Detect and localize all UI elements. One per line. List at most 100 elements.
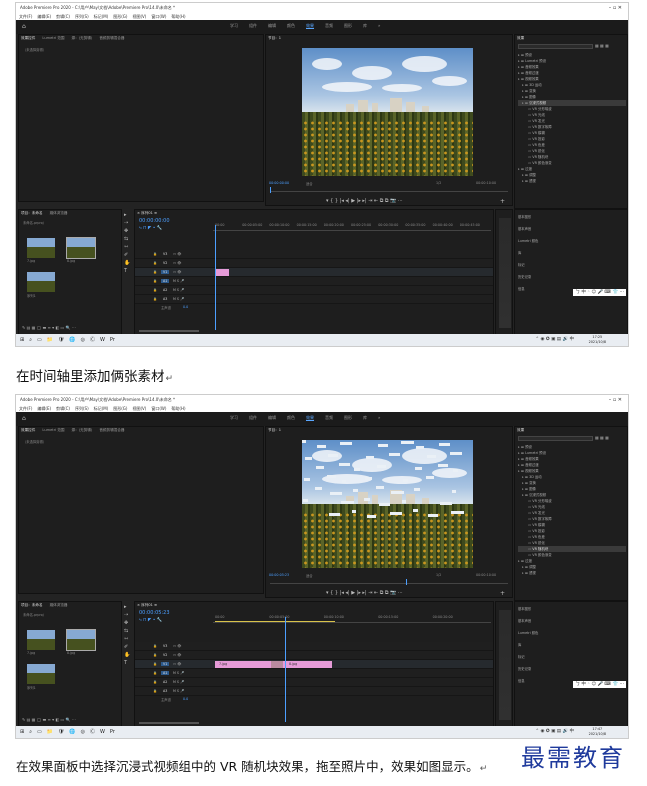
timeline-scrollbar[interactable] — [139, 330, 199, 332]
effects-search-input[interactable] — [518, 44, 593, 49]
project-bottom-icons[interactable]: ✎ ▤ ▦ ◯ ▬ ≡ ▾ ◧ ▭ 🔍 ⋯ — [22, 717, 76, 722]
track-lock-icon[interactable]: 🔒 — [153, 279, 157, 283]
program-timecode[interactable]: 00:00:05:23 — [269, 573, 289, 577]
taskbar-app-icon[interactable]: ▭ — [37, 729, 42, 735]
menu-item[interactable]: 图形(G) — [113, 406, 127, 411]
track-label[interactable]: V2 — [161, 653, 169, 657]
project-bottom-icons[interactable]: ✎ ▤ ▦ ◯ ▬ ≡ ▾ ◧ ▭ 🔍 ⋯ — [22, 325, 76, 330]
side-panel-tab[interactable]: 库 — [518, 642, 521, 647]
track-toggle-icons[interactable]: ▭ 👁 — [173, 261, 181, 265]
menu-item[interactable]: 帮助(H) — [171, 406, 185, 411]
project-thumbnail[interactable] — [27, 238, 55, 258]
home-icon[interactable]: ⌂ — [22, 23, 26, 30]
workspace-tab[interactable]: 库 — [363, 23, 367, 28]
workspace-tab[interactable]: 音频 — [325, 23, 333, 28]
track-lock-icon[interactable]: 🔒 — [153, 680, 157, 684]
workspace-more[interactable]: » — [378, 23, 380, 28]
timeline-tab[interactable]: × 序列01 ≡ — [137, 211, 157, 215]
taskbar-app-icon[interactable]: Ⓒ — [90, 729, 95, 735]
track-label[interactable]: V3 — [161, 252, 169, 256]
workspace-tab[interactable]: 组件 — [249, 415, 257, 420]
timeline-playhead[interactable] — [285, 617, 286, 722]
workspace-tab[interactable]: 图形 — [344, 415, 352, 420]
master-track-value[interactable]: 0.0 — [183, 697, 188, 701]
menu-item[interactable]: 标记(M) — [94, 14, 109, 19]
menu-item[interactable]: 窗口(W) — [151, 14, 166, 19]
workspace-tab[interactable]: 效果 — [306, 23, 314, 29]
track-label[interactable]: A2 — [161, 680, 169, 684]
side-panel-tab[interactable]: 基本声音 — [518, 226, 531, 231]
track-toggle-icons[interactable]: M S 🎤 — [173, 279, 184, 283]
track-lock-icon[interactable]: 🔒 — [153, 662, 157, 666]
track-lock-icon[interactable]: 🔒 — [153, 270, 157, 274]
track-toggle-icons[interactable]: ▭ 👁 — [173, 662, 181, 666]
side-panel-tab[interactable]: 标记 — [518, 262, 525, 267]
project-tab[interactable]: 媒体浏览器 — [50, 211, 68, 215]
transport-controls[interactable]: ▾ { } |◂ ◂| ▶ |▸ ▸| ⇥ ⇤ ⧉ ⧉ 📷 ⋯ — [326, 590, 403, 596]
workspace-tab[interactable]: 音频 — [325, 415, 333, 420]
taskbar-clock[interactable]: 17:25 2021/10/8 — [589, 335, 606, 345]
taskbar-app-icon[interactable]: Pr — [110, 337, 115, 343]
side-panel-tab[interactable]: 信息 — [518, 678, 525, 683]
menu-item[interactable]: 视图(V) — [132, 14, 146, 19]
taskbar-app-icon[interactable]: ◎ — [81, 337, 85, 343]
taskbar-app-icon[interactable]: Ⓒ — [90, 337, 95, 343]
track-label[interactable]: A3 — [161, 297, 169, 301]
track-label[interactable]: A1 — [161, 279, 170, 283]
menu-item[interactable]: 帮助(H) — [171, 14, 185, 19]
timeline-tab[interactable]: × 序列01 ≡ — [137, 603, 157, 607]
effects-tree-item[interactable]: ▸ ▬ 透视 — [518, 178, 626, 184]
effects-tab[interactable]: 效果 — [517, 36, 524, 40]
menu-item[interactable]: 图形(G) — [113, 14, 127, 19]
project-thumbnail[interactable] — [27, 664, 55, 684]
taskbar-clock[interactable]: 17:47 2021/10/8 — [589, 727, 606, 737]
menu-item[interactable]: 编辑(E) — [37, 406, 51, 411]
menu-item[interactable]: 视图(V) — [132, 406, 146, 411]
track-toggle-icons[interactable]: M S 🎤 — [173, 680, 184, 684]
workspace-tab[interactable]: 效果 — [306, 415, 314, 421]
tools-panel[interactable]: ▸ ⇢ ✥ ⇆ ⇿ ✐ ✋ T — [124, 603, 132, 667]
workspace-tab[interactable]: 颜色 — [287, 415, 295, 420]
track-lock-icon[interactable]: 🔒 — [153, 644, 157, 648]
program-playhead[interactable] — [406, 579, 407, 585]
track-lock-icon[interactable]: 🔒 — [153, 689, 157, 693]
timeline-tool-icons[interactable]: ⤷ ⊓ ◤ • 🔧 — [139, 617, 162, 623]
track-lock-icon[interactable]: 🔒 — [153, 252, 157, 256]
workspace-tab[interactable]: 颜色 — [287, 23, 295, 28]
program-quality-select[interactable]: 1/2 — [436, 573, 441, 577]
track-toggle-icons[interactable]: M S 🎤 — [173, 671, 184, 675]
timeline-tool-icons[interactable]: ⤷ ⊓ ◤ • 🔧 — [139, 225, 162, 231]
side-panel-tab[interactable]: 历史记录 — [518, 666, 531, 671]
track-toggle-icons[interactable]: M S 🎤 — [173, 297, 184, 301]
source-tab[interactable]: 效果控件 — [21, 36, 35, 40]
side-panel-tab[interactable]: Lumetri 颜色 — [518, 630, 538, 635]
taskbar-app-icon[interactable]: ⊞ — [20, 337, 24, 343]
side-panel-tab[interactable]: 信息 — [518, 286, 525, 291]
menu-item[interactable]: 标记(M) — [94, 406, 109, 411]
side-panel-tab[interactable]: 基本图形 — [518, 214, 531, 219]
system-tray-icons[interactable]: ⌃ ◉ ✪ ▣ ▤ 🔊 中 — [535, 336, 574, 342]
menu-item[interactable]: 文件(F) — [19, 14, 32, 19]
source-tab[interactable]: 音频剪辑混合器 — [99, 428, 124, 432]
taskbar-app-icon[interactable]: ⌕ — [29, 729, 32, 735]
menu-item[interactable]: 序列(S) — [75, 406, 89, 411]
track-lock-icon[interactable]: 🔒 — [153, 653, 157, 657]
taskbar-app-icon[interactable]: 🌐 — [69, 337, 75, 343]
taskbar-app-icon[interactable]: 🛡 — [58, 337, 64, 343]
project-tab[interactable]: 媒体浏览器 — [50, 603, 68, 607]
source-tab[interactable]: 音频剪辑混合器 — [99, 36, 124, 40]
window-controls[interactable]: – ▫ ✕ — [609, 395, 622, 405]
taskbar-app-icon[interactable]: ◎ — [81, 729, 85, 735]
track-label[interactable]: V2 — [161, 261, 169, 265]
program-tab[interactable]: 节目：1 — [268, 428, 281, 432]
taskbar-app-icon[interactable]: 🛡 — [58, 729, 64, 735]
effects-tree-item[interactable]: ▸ ▬ 透视 — [518, 570, 626, 576]
menu-item[interactable]: 序列(S) — [75, 14, 89, 19]
program-fit-select[interactable]: 适合 — [306, 573, 313, 578]
project-thumbnail[interactable] — [66, 629, 96, 651]
timeline-playhead[interactable] — [215, 225, 216, 330]
master-track-value[interactable]: 0.0 — [183, 305, 188, 309]
system-tray-icons[interactable]: ⌃ ◉ ✪ ▣ ▤ 🔊 中 — [535, 728, 574, 734]
track-lock-icon[interactable]: 🔒 — [153, 288, 157, 292]
source-tab[interactable]: 效果控件 — [21, 428, 35, 432]
